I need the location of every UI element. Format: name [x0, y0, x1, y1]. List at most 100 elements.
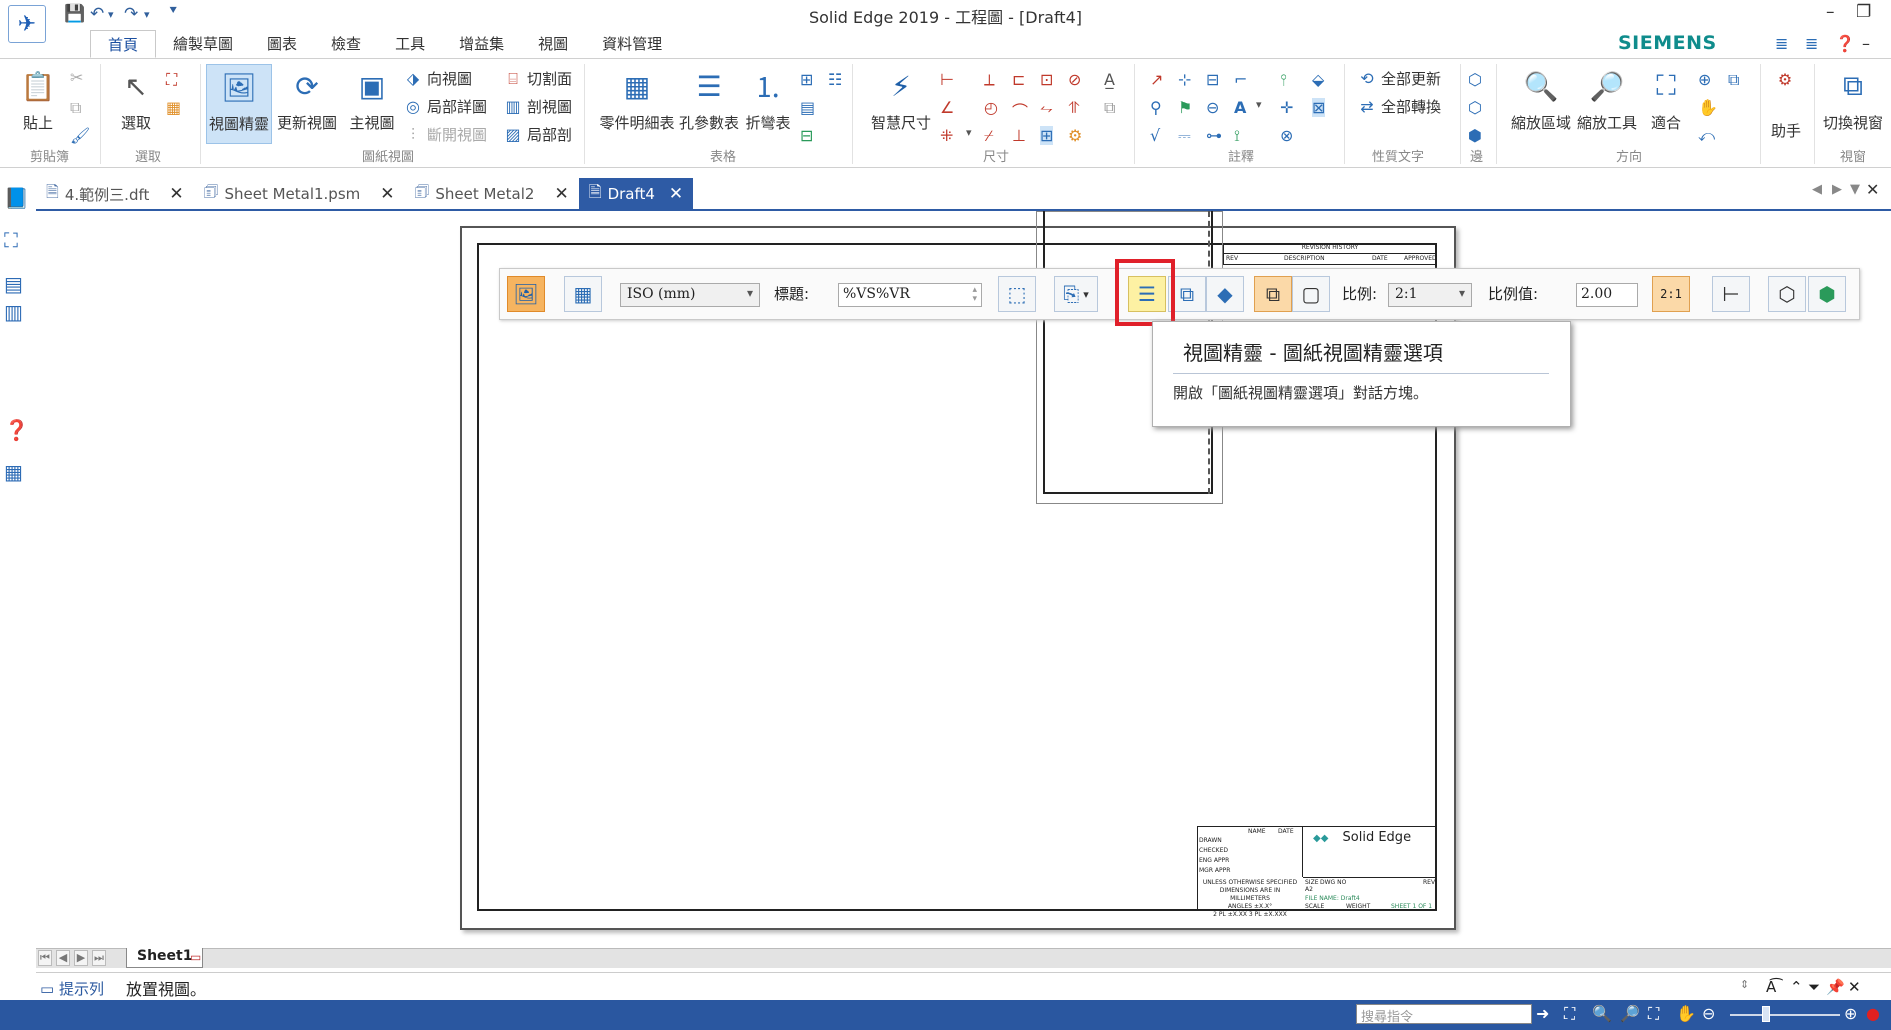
assistant-button[interactable]: 助手 [1766, 120, 1806, 141]
record-icon[interactable]: ● [1866, 1004, 1880, 1023]
zoom-slider-thumb[interactable] [1762, 1006, 1770, 1022]
close-icon[interactable]: ✕ [554, 184, 568, 204]
view-tree-button[interactable]: ⊢ [1712, 276, 1750, 312]
zoom-status-icon[interactable]: 🔍 [1592, 1004, 1612, 1023]
cutting-plane-icon[interactable]: ⟟ [1234, 126, 1240, 146]
library-icon[interactable]: 📘 [4, 186, 29, 210]
principal-view-button[interactable]: ▣ 主視圖 [346, 64, 398, 133]
font-size-icon[interactable]: A͡ [1766, 978, 1776, 996]
dimension-angle-icon[interactable]: ∠ [940, 98, 954, 117]
edge-condition-icon[interactable]: ⎓ [1178, 126, 1191, 146]
dimension-table-icon[interactable]: ⊞ [1040, 126, 1054, 145]
search-go-icon[interactable]: ➜ [1536, 1004, 1549, 1023]
bolt-hole-circle-icon[interactable]: ⊗ [1280, 126, 1293, 145]
center-mark-icon[interactable]: ⊹ [1178, 70, 1191, 89]
zoom-area-button[interactable]: 🔍 縮放區域 [1508, 64, 1574, 133]
help-pane-icon[interactable]: ❓ [4, 418, 29, 442]
table-icon-1[interactable]: ⊞ [800, 70, 813, 89]
last-sheet-icon[interactable]: ⏭ [92, 950, 106, 966]
table-icon-3[interactable]: ▤ [800, 98, 815, 117]
pan-status-icon[interactable]: ✋ [1676, 1004, 1696, 1023]
doc-tab-sheet-metal2[interactable]: 🗊 Sheet Metal2 ✕ [405, 178, 579, 210]
doc-tab-sheet-metal1[interactable]: 🗊 Sheet Metal1.psm ✕ [194, 178, 405, 210]
collapse-icon[interactable]: ⏷ [1808, 978, 1820, 996]
sheets-icon[interactable]: ▥ [4, 300, 23, 324]
ribbon-layout-icon[interactable]: ≣ [1805, 34, 1818, 53]
section-view-button[interactable]: ▥ 剖視圖 [504, 96, 572, 117]
dimension-symmetric-icon[interactable]: ⟂ [984, 70, 995, 90]
zoom-tool-button[interactable]: 🔎 縮放工具 [1574, 64, 1640, 133]
cut-icon[interactable]: ✂ [70, 68, 83, 87]
tab-scroll-left-icon[interactable]: ◀ [1812, 182, 1822, 197]
detail-view-button[interactable]: ◎ 局部詳圖 [404, 96, 487, 117]
surface-texture-icon[interactable]: √ [1150, 126, 1160, 145]
zoom-area-status-icon[interactable]: ⛶ [1648, 1004, 1659, 1024]
edge-icon-2[interactable]: ⬡ [1468, 98, 1482, 117]
dimension-attach-icon[interactable]: ⚙ [1068, 126, 1082, 145]
dimension-ordinate-icon[interactable]: ⊘ [1068, 70, 1081, 89]
dimension-dropdown-icon[interactable]: ▾ [966, 126, 972, 139]
bend-table-button[interactable]: ⒈ 折彎表 [742, 64, 794, 133]
visible-edges-button[interactable]: ⬢ [1808, 276, 1846, 312]
scale-set-button[interactable]: 2:1 [1652, 276, 1690, 312]
expand-up-icon[interactable]: ⌃ [1790, 978, 1803, 996]
properties-pane-icon[interactable]: ▦ [4, 460, 23, 484]
format-painter-icon[interactable]: 🖌 [70, 126, 90, 145]
copy-icon[interactable]: ⧉ [70, 98, 81, 118]
standard-select[interactable]: ISO (mm) ▾ [620, 283, 760, 307]
minimize-icon[interactable]: – [1826, 2, 1835, 22]
fit-button[interactable]: ⛶ 適合 [1646, 64, 1686, 133]
ribbon-minimize-icon[interactable]: – [1862, 34, 1870, 53]
section-plane-button[interactable]: ⌸ 切割面 [504, 68, 572, 89]
feature-control-icon[interactable]: ⊟ [1206, 70, 1219, 89]
smart-dimension-button[interactable]: ⚡ 智慧尺寸 [868, 64, 934, 133]
select-button[interactable]: ↖ 選取 [112, 64, 160, 133]
tab-scroll-right-icon[interactable]: ▶ [1832, 182, 1842, 197]
doc-tab-example3[interactable]: 🗎 4.範例三.dft ✕ [36, 178, 194, 210]
close-icon[interactable]: ✕ [669, 184, 683, 204]
path-finder-icon[interactable]: ⛶ [4, 228, 18, 252]
next-sheet-icon[interactable]: ▶ [74, 950, 88, 966]
leader-icon[interactable]: ↗ [1150, 70, 1163, 89]
close-document-icon[interactable]: ✕ [1866, 180, 1879, 199]
tab-sketching[interactable]: 繪製草圖 [156, 30, 250, 58]
prompt-scroll-icon[interactable]: ⇕ [1740, 978, 1749, 991]
command-search-input[interactable]: 搜尋指令 [1356, 1004, 1532, 1025]
caption-input[interactable]: %VS%VR ▴ ▾ [838, 283, 982, 307]
tab-data-management[interactable]: 資料管理 [585, 30, 679, 58]
shaded-view-button[interactable]: ⬡ [1768, 276, 1806, 312]
layers-icon[interactable]: ▤ [4, 272, 23, 296]
view-wizard-main-button[interactable]: 🖼 [507, 276, 545, 312]
help-icon[interactable]: ❓ [1835, 34, 1855, 53]
dimension-retrieve-icon[interactable]: ⧉ [1104, 98, 1115, 118]
paste-button[interactable]: 📋 貼上 [14, 64, 62, 133]
dimension-distance-icon[interactable]: ⊏ [1012, 70, 1025, 89]
tab-add-ins[interactable]: 增益集 [442, 30, 521, 58]
zoom-in-icon[interactable]: ⊕ [1698, 70, 1711, 89]
tab-list-icon[interactable]: ▼ [1850, 182, 1860, 197]
dimension-tangent-icon[interactable]: ⊥ [1012, 126, 1026, 145]
options-button[interactable]: ▦ [564, 276, 602, 312]
dimension-trace-icon[interactable]: ⥊ [1040, 98, 1053, 118]
switch-windows-button[interactable]: ⧉ 切換視窗 [1818, 64, 1888, 133]
zoom-out-icon[interactable]: ⊖ [1702, 1004, 1715, 1023]
caption-properties-button[interactable]: ⬚ [998, 276, 1036, 312]
first-sheet-icon[interactable]: ⏮ [38, 950, 52, 966]
balloon-icon[interactable]: ⚲ [1150, 98, 1162, 117]
dimension-between-icon[interactable]: ⊢ [940, 70, 954, 89]
select-filter-icon[interactable]: ⛶ [166, 70, 177, 90]
fit-view-icon[interactable]: ⛶ [1564, 1004, 1575, 1024]
text-dropdown-icon[interactable]: ▾ [1256, 98, 1262, 111]
scale-select[interactable]: 2:1 ▾ [1388, 283, 1472, 307]
tab-diagram[interactable]: 圖表 [250, 30, 314, 58]
dimension-copy-icon[interactable]: ⥣ [1068, 98, 1080, 118]
dimension-arc-icon[interactable]: ⌒ [1012, 98, 1028, 122]
table-icon-2[interactable]: ☷ [828, 70, 842, 89]
text-box-icon[interactable]: A [1234, 98, 1246, 117]
edge-icon-3[interactable]: ⬢ [1468, 126, 1482, 145]
prev-sheet-icon[interactable]: ◀ [56, 950, 70, 966]
view-orientation-button[interactable]: ⎘ ▾ [1054, 276, 1098, 312]
auxiliary-view-button[interactable]: ⬗ 向視圖 [404, 68, 472, 89]
parts-list-button[interactable]: ▦ 零件明細表 [594, 64, 680, 133]
scale-value-input[interactable]: 2.00 [1576, 283, 1638, 307]
